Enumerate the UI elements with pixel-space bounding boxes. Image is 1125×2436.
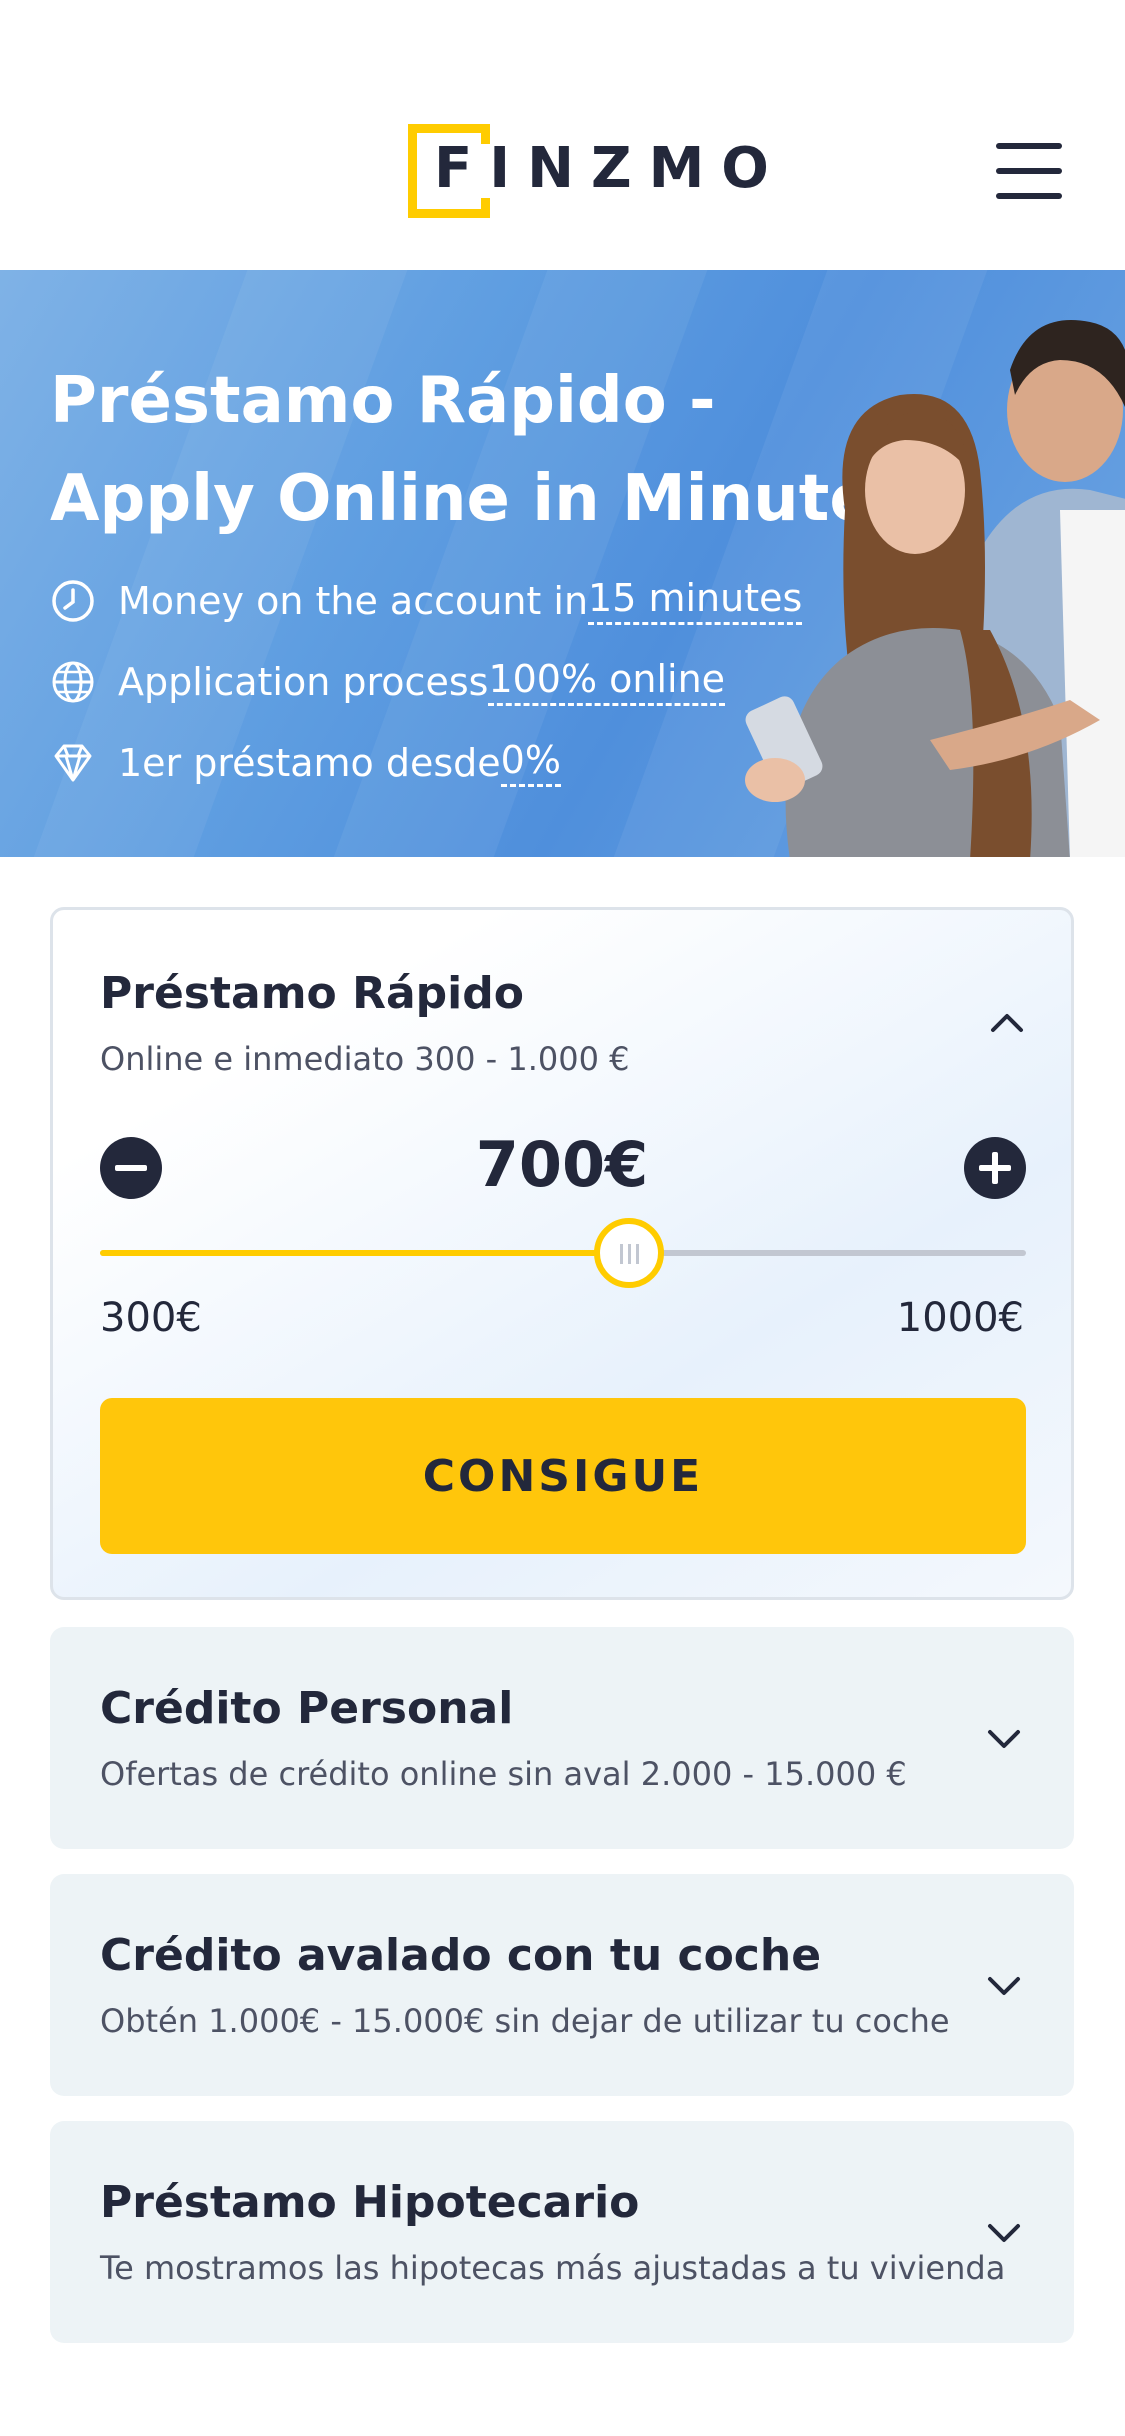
loan-amount: 700€ [475,1128,649,1201]
card-subtitle: Te mostramos las hipotecas más ajustadas… [100,2249,1006,2287]
feature-text: Money on the account in [118,578,589,623]
diamond-icon [54,744,92,781]
chevron-down-icon[interactable] [986,2214,1022,2250]
feature-highlight[interactable]: 0% [500,738,561,787]
feature-text: 1er préstamo desde [118,740,501,785]
logo-text: FINZMO [434,136,786,201]
card-subtitle: Obtén 1.000€ - 15.000€ sin dejar de util… [100,2002,950,2040]
card-title: Préstamo Hipotecario [100,2177,640,2228]
feature-item: Money on the account in 15 minutes [50,560,803,641]
clock-icon [52,579,94,622]
header: FINZMO [0,0,1125,270]
couple-photo [745,320,1125,857]
card-title: Crédito avalado con tu coche [100,1930,822,1981]
globe-icon [52,661,94,702]
card-subtitle: Ofertas de crédito online sin aval 2.000… [100,1755,907,1793]
slider-fill [100,1250,630,1256]
chevron-up-icon[interactable] [989,1004,1025,1040]
slider-handle[interactable] [594,1218,665,1288]
finzmo-logo[interactable]: FINZMO [408,124,769,218]
loan-calculator-card: Préstamo Rápido Online e inmediato 300 -… [50,907,1074,1600]
feature-item: 1er préstamo desde 0% [50,722,802,803]
feature-text: Application process [118,659,489,704]
hamburger-menu-icon[interactable] [996,143,1062,201]
hero-features: Money on the account in 15 minutes Appli… [50,560,803,803]
amount-slider[interactable] [100,1218,1026,1288]
chevron-down-icon[interactable] [986,1720,1022,1756]
product-card-credito-personal[interactable]: Crédito Personal Ofertas de crédito onli… [50,1627,1074,1849]
feature-highlight[interactable]: 100% online [488,657,726,706]
consigue-button[interactable]: CONSIGUE [100,1398,1026,1554]
card-subtitle: Online e inmediato 300 - 1.000 € [100,1040,630,1078]
product-card-credito-coche[interactable]: Crédito avalado con tu coche Obtén 1.000… [50,1874,1074,2096]
increase-amount-button[interactable] [964,1137,1026,1199]
feature-item: Application process 100% online [50,641,802,722]
hero-banner: Préstamo Rápido - Apply Online in Minute… [0,270,1125,857]
slider-min-label: 300€ [100,1295,202,1341]
chevron-down-icon[interactable] [986,1967,1022,2003]
slider-max-label: 1000€ [896,1295,1024,1341]
card-title: Préstamo Rápido [100,968,524,1019]
card-title: Crédito Personal [100,1683,514,1734]
product-card-prestamo-hipotecario[interactable]: Préstamo Hipotecario Te mostramos las hi… [50,2121,1074,2343]
